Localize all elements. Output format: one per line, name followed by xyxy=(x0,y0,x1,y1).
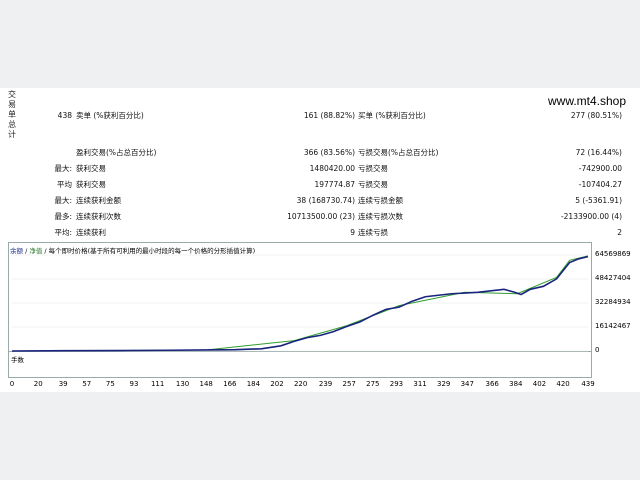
x-tick-label: 439 xyxy=(581,380,595,388)
x-tick-label: 293 xyxy=(389,380,404,388)
x-tick-label: 366 xyxy=(485,380,499,388)
x-tick-label: 402 xyxy=(532,380,547,388)
x-tick-label: 148 xyxy=(199,380,213,388)
volume-chart xyxy=(8,352,592,378)
balance-series-line xyxy=(11,255,589,352)
x-tick-label: 184 xyxy=(246,380,261,388)
volume-label: 手数 xyxy=(11,356,24,364)
y-tick-label: 32284934 xyxy=(595,298,631,306)
x-tick-label: 329 xyxy=(436,380,451,388)
x-tick-label: 220 xyxy=(293,380,308,388)
x-tick-label: 20 xyxy=(33,380,43,388)
x-tick-label: 39 xyxy=(58,380,68,388)
x-tick-label: 166 xyxy=(223,380,237,388)
x-tick-label: 57 xyxy=(82,380,92,388)
x-tick-label: 275 xyxy=(366,380,380,388)
x-tick-label: 0 xyxy=(9,380,15,388)
x-tick-label: 257 xyxy=(342,380,356,388)
x-tick-label: 347 xyxy=(460,380,474,388)
y-tick-label: 16142467 xyxy=(595,322,631,330)
y-tick-label: 64569869 xyxy=(595,250,631,258)
x-tick-label: 130 xyxy=(175,380,190,388)
x-tick-label: 384 xyxy=(509,380,523,388)
x-tick-label: 239 xyxy=(318,380,333,388)
chart-plot-svg xyxy=(11,254,589,377)
x-tick-label: 75 xyxy=(105,380,115,388)
x-tick-label: 111 xyxy=(150,380,165,388)
y-tick-label: 48427404 xyxy=(595,274,631,282)
x-tick-label: 93 xyxy=(129,380,139,388)
x-tick-label: 202 xyxy=(270,380,284,388)
x-tick-label: 420 xyxy=(556,380,570,388)
equity-series-line xyxy=(11,255,589,352)
x-tick-label: 311 xyxy=(413,380,427,388)
y-tick-label: 0 xyxy=(595,346,600,354)
